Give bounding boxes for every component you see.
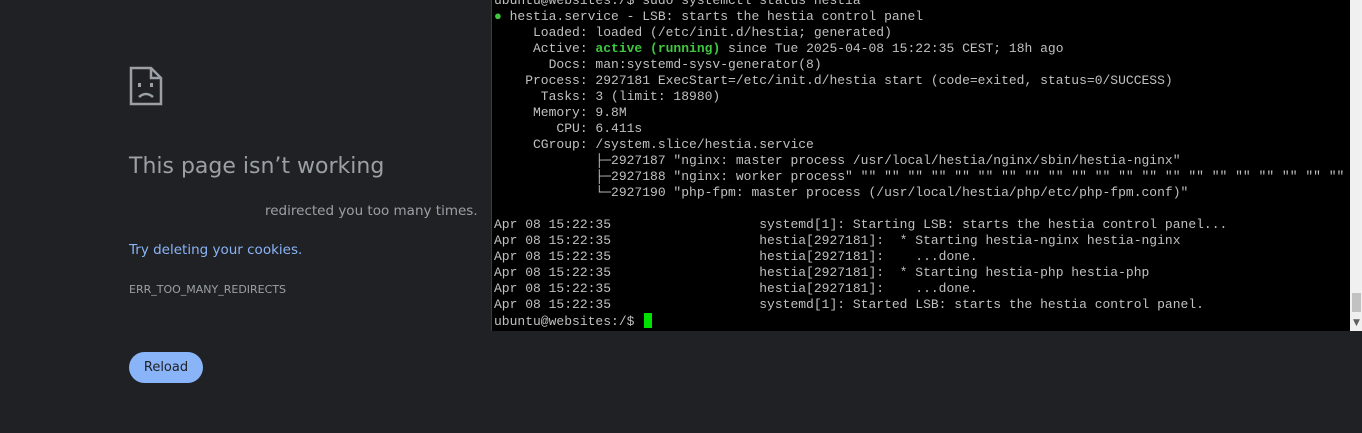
service-header-line: ● hestia.service - LSB: starts the hesti… xyxy=(494,9,1349,25)
docs-line: Docs: man:systemd-sysv-generator(8) xyxy=(494,57,822,72)
error-subtitle: redirected you too many times. xyxy=(265,203,478,219)
service-header: hestia.service - LSB: starts the hestia … xyxy=(501,9,924,24)
terminal-cursor xyxy=(644,313,653,328)
command-line: ubuntu@websites:/$ sudo systemctl status… xyxy=(494,0,861,8)
error-suggestion: Try deleting your cookies. xyxy=(129,242,302,258)
terminal-window[interactable]: ubuntu@websites:/$ sudo systemctl status… xyxy=(491,0,1362,331)
reload-button[interactable]: Reload xyxy=(129,352,203,383)
log-line: Apr 08 15:22:35 systemd[1]: Started LSB:… xyxy=(494,297,1204,312)
memory-line: Memory: 9.8M xyxy=(494,105,627,120)
active-rest: since Tue 2025-04-08 15:22:35 CEST; 18h … xyxy=(720,41,1064,56)
cpu-line: CPU: 6.411s xyxy=(494,121,643,136)
sad-page-icon xyxy=(129,66,163,106)
terminal-scrollbar[interactable]: ▼ xyxy=(1350,0,1362,331)
active-label: Active: xyxy=(494,41,596,56)
scrollbar-thumb[interactable] xyxy=(1352,293,1361,312)
error-title: This page isn’t working xyxy=(129,154,385,179)
prompt-line[interactable]: ubuntu@websites:/$ xyxy=(494,313,1349,329)
cgroup-line: CGroup: /system.slice/hestia.service xyxy=(494,137,814,152)
log-line: Apr 08 15:22:35 hestia[2927181]: ...done… xyxy=(494,249,978,264)
log-line: Apr 08 15:22:35 hestia[2927181]: * Start… xyxy=(494,233,1181,248)
terminal-output: ubuntu@websites:/$ sudo systemctl status… xyxy=(494,0,1349,329)
error-code: ERR_TOO_MANY_REDIRECTS xyxy=(129,283,287,296)
log-line: Apr 08 15:22:35 hestia[2927181]: * Start… xyxy=(494,265,1150,280)
active-line: Active: active (running) since Tue 2025-… xyxy=(494,41,1349,57)
status-bullet-icon: ● xyxy=(494,9,502,24)
active-state: active (running) xyxy=(595,41,721,56)
log-line: Apr 08 15:22:35 systemd[1]: Starting LSB… xyxy=(494,217,1228,232)
delete-cookies-link[interactable]: Try deleting your cookies. xyxy=(129,242,302,258)
tasks-line: Tasks: 3 (limit: 18980) xyxy=(494,89,721,104)
log-line: Apr 08 15:22:35 hestia[2927181]: ...done… xyxy=(494,281,978,296)
process-line: Process: 2927181 ExecStart=/etc/init.d/h… xyxy=(494,73,1173,88)
shell-prompt: ubuntu@websites:/$ xyxy=(494,314,643,329)
scroll-down-arrow-icon[interactable]: ▼ xyxy=(1350,315,1362,331)
loaded-line: Loaded: loaded (/etc/init.d/hestia; gene… xyxy=(494,25,892,40)
cgroup-tree-line: └─2927190 "php-fpm: master process (/usr… xyxy=(494,185,1189,200)
cgroup-tree-line: ├─2927187 "nginx: master process /usr/lo… xyxy=(494,153,1181,168)
cgroup-tree-line: ├─2927188 "nginx: worker process" "" "" … xyxy=(494,169,1349,184)
